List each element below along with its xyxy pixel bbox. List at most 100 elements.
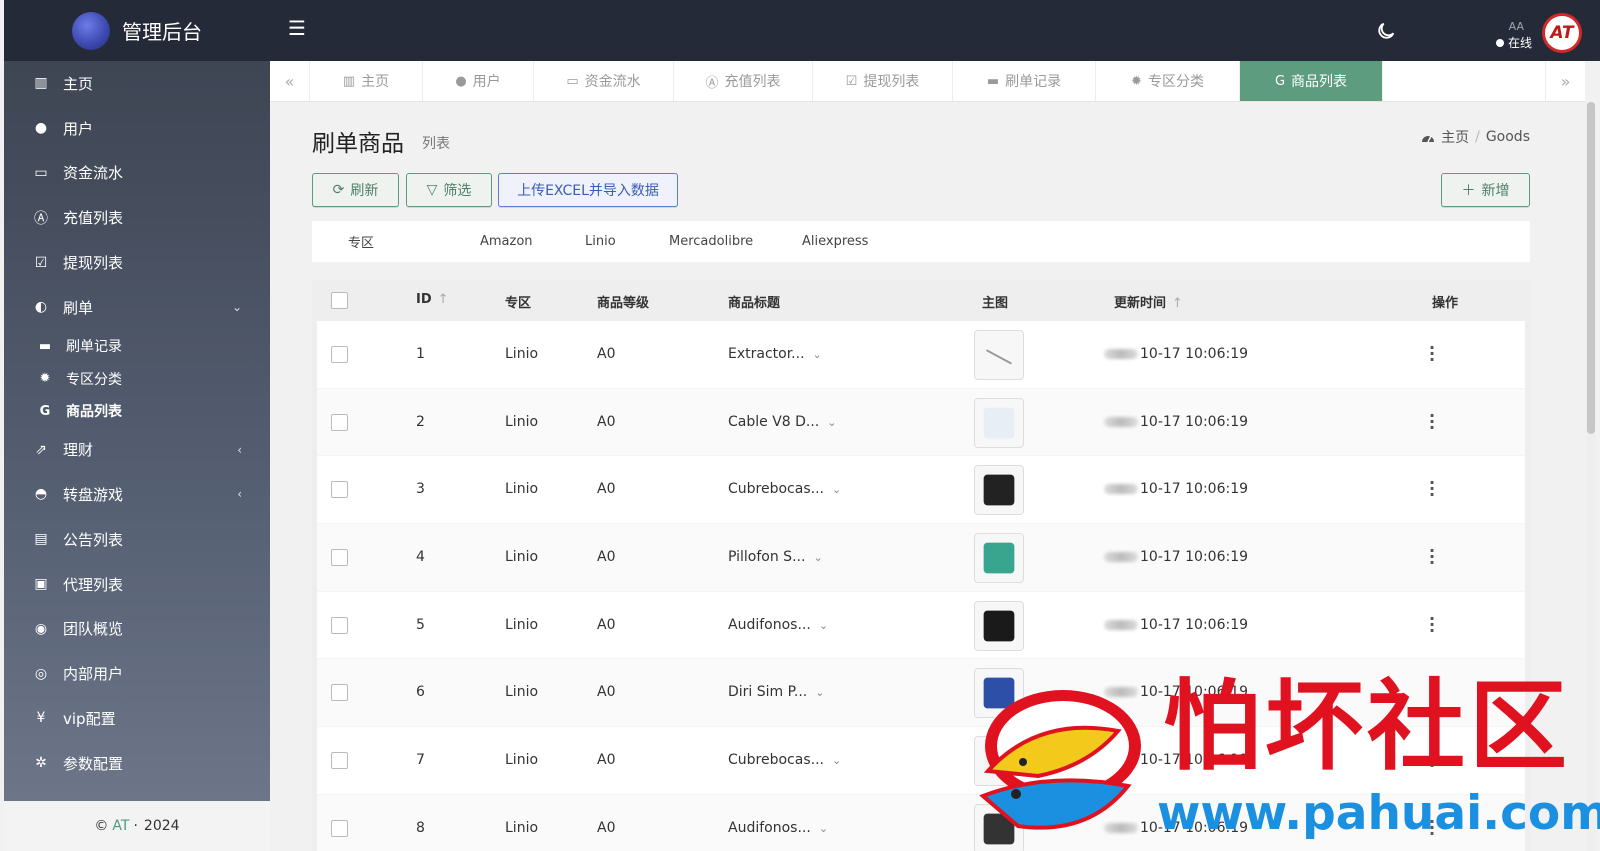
row-checkbox[interactable] — [331, 346, 348, 363]
product-image[interactable] — [974, 330, 1024, 380]
sidebar-item[interactable]: ¥ vip配置 — [4, 696, 270, 741]
redacted-date — [1104, 484, 1138, 495]
sidebar-item[interactable]: ▭ 资金流水 — [4, 151, 270, 196]
tab-scroll-left-icon[interactable]: « — [270, 61, 310, 101]
product-image[interactable] — [974, 600, 1024, 651]
sidebar-item[interactable]: ☑ 提现列表 — [4, 240, 270, 285]
google-icon: G — [39, 403, 51, 419]
sidebar-item[interactable]: ▤ 公告列表 — [4, 517, 270, 562]
redacted-date — [1104, 349, 1138, 359]
sidebar-item[interactable]: ⇗ 理财 ‹ — [4, 427, 270, 472]
sidebar-item[interactable]: ● 用户 — [4, 106, 270, 151]
expand-chevron-icon[interactable]: ⌄ — [819, 619, 828, 632]
table-row[interactable]: 4 Linio A0 Pillofon S... ⌄ 10-17 10:06:19 · · · — [317, 524, 1525, 592]
expand-chevron-icon[interactable]: ⌄ — [815, 686, 824, 699]
row-checkbox[interactable] — [331, 616, 348, 634]
sidebar-item[interactable]: ◐ 刷单 ⌄ — [4, 285, 270, 330]
zone-option-aliexpress[interactable]: Aliexpress — [802, 234, 868, 249]
sidebar-item[interactable]: Ⓐ 充值列表 — [4, 195, 270, 240]
tab-6[interactable]: ✹ 专区分类 — [1096, 61, 1240, 101]
page-scrollbar[interactable] — [1586, 102, 1596, 851]
sidebar-item-label: vip配置 — [63, 709, 116, 728]
expand-chevron-icon[interactable]: ⌄ — [832, 754, 841, 767]
row-actions-icon[interactable]: · · · — [1429, 610, 1435, 638]
sort-up-icon[interactable]: ↑ — [438, 292, 449, 307]
upload-excel-button[interactable]: 上传EXCEL并导入数据 — [498, 173, 678, 207]
cell-updated-text: 10-17 10:06:19 — [1140, 616, 1249, 633]
tab-label: 刷单记录 — [1005, 74, 1062, 90]
row-checkbox[interactable] — [331, 549, 348, 567]
tab-2[interactable]: ▭ 资金流水 — [534, 61, 674, 101]
cell-title-text: Audifonos... — [728, 616, 811, 633]
upload-label: 上传EXCEL并导入数据 — [517, 183, 659, 199]
gear-icon: ✹ — [1131, 73, 1142, 89]
expand-chevron-icon[interactable]: ⌄ — [813, 551, 822, 564]
users-icon: ◉ — [34, 620, 48, 637]
sidebar-item[interactable]: ✹ 专区分类 — [4, 362, 270, 395]
sidebar-item[interactable]: ▣ 代理列表 — [4, 562, 270, 607]
menu-toggle-icon[interactable]: ☰ — [288, 18, 306, 38]
row-checkbox[interactable] — [331, 752, 348, 770]
table-row[interactable]: 2 Linio A0 Cable V8 D... ⌄ 10-17 10:06:19 · · · — [317, 388, 1525, 457]
sort-up-icon[interactable]: ↑ — [1172, 296, 1183, 311]
row-checkbox[interactable] — [331, 684, 348, 702]
table-row[interactable]: 5 Linio A0 Audifonos... ⌄ 10-17 10:06:19 · · · — [317, 592, 1525, 660]
cell-level: A0 — [597, 752, 616, 769]
zone-option-linio[interactable]: Linio — [585, 234, 616, 249]
breadcrumb-home[interactable]: 主页 — [1441, 127, 1469, 147]
dark-mode-icon[interactable] — [1375, 20, 1397, 42]
gear-icon: ✹ — [39, 371, 51, 387]
zone-option-amazon[interactable]: Amazon — [480, 234, 533, 249]
expand-chevron-icon[interactable]: ⌄ — [813, 348, 822, 361]
row-checkbox[interactable] — [331, 819, 348, 837]
scroll-thumb[interactable] — [1587, 102, 1595, 434]
sidebar-item[interactable]: ◓ 转盘游戏 ‹ — [4, 472, 270, 517]
sidebar-item[interactable]: ✲ 参数配置 — [4, 741, 270, 786]
row-checkbox[interactable] — [331, 413, 348, 431]
sidebar-item[interactable]: G 商品列表 — [4, 395, 270, 428]
tab-3[interactable]: Ⓐ 充值列表 — [674, 61, 813, 101]
sidebar-item[interactable]: ◎ 内部用户 — [4, 651, 270, 696]
avatar[interactable]: AT — [1542, 13, 1582, 53]
product-image[interactable] — [974, 465, 1024, 516]
header-updated[interactable]: 更新时间 ↑ — [1114, 292, 1183, 311]
expand-chevron-icon[interactable]: ⌄ — [832, 483, 841, 496]
product-thumbnail-icon — [983, 542, 1015, 574]
header-actions: 操作 — [1432, 296, 1459, 311]
tab-5[interactable]: ▬ 刷单记录 — [953, 61, 1096, 101]
tab-1[interactable]: ● 用户 — [423, 61, 534, 101]
tab-scroll-right-icon[interactable]: » — [1545, 61, 1585, 102]
product-image[interactable] — [974, 533, 1024, 584]
tab-0[interactable]: ▥ 主页 — [310, 61, 423, 101]
filter-button[interactable]: ▽ 筛选 — [406, 173, 492, 207]
sidebar-item[interactable]: ▥ 主页 — [4, 61, 270, 106]
online-text: 在线 — [1507, 36, 1532, 50]
row-actions-icon[interactable]: · · · — [1429, 340, 1435, 368]
cell-level: A0 — [597, 616, 616, 633]
header-image: 主图 — [982, 296, 1009, 311]
add-button[interactable]: ＋ 新增 — [1441, 173, 1530, 207]
header-id[interactable]: ID ↑ — [416, 292, 449, 307]
expand-chevron-icon[interactable]: ⌄ — [819, 822, 828, 835]
sidebar-item[interactable]: ◉ 团队概览 — [4, 606, 270, 651]
sidebar-item[interactable]: ▬ 刷单记录 — [4, 330, 270, 363]
row-checkbox[interactable] — [331, 481, 348, 499]
tab-7[interactable]: G 商品列表 — [1240, 61, 1383, 101]
cell-zone: Linio — [505, 481, 539, 498]
refresh-button[interactable]: ⟳ 刷新 — [312, 173, 399, 207]
filter-icon: ▽ — [426, 182, 438, 198]
tab-4[interactable]: ☑ 提现列表 — [813, 61, 953, 101]
check-square-icon: ☑ — [34, 254, 48, 271]
footer-brand[interactable]: AT — [112, 818, 129, 834]
table-row[interactable]: 3 Linio A0 Cubrebocas... ⌄ 10-17 10:06:19 · · · — [317, 456, 1525, 525]
row-actions-icon[interactable]: · · · — [1429, 407, 1435, 435]
row-actions-icon[interactable]: · · · — [1429, 475, 1435, 503]
select-all-checkbox[interactable] — [331, 292, 348, 309]
product-image[interactable] — [974, 397, 1024, 448]
expand-chevron-icon[interactable]: ⌄ — [827, 416, 836, 429]
tab-label: 资金流水 — [584, 74, 641, 90]
table-row[interactable]: 1 Linio A0 Extractor... ⌄ 10-17 10:06:19 · · · — [317, 321, 1525, 389]
tab-label: 充值列表 — [724, 74, 781, 90]
row-actions-icon[interactable]: · · · — [1429, 543, 1435, 571]
zone-option-mercadolibre[interactable]: Mercadolibre — [669, 234, 753, 249]
